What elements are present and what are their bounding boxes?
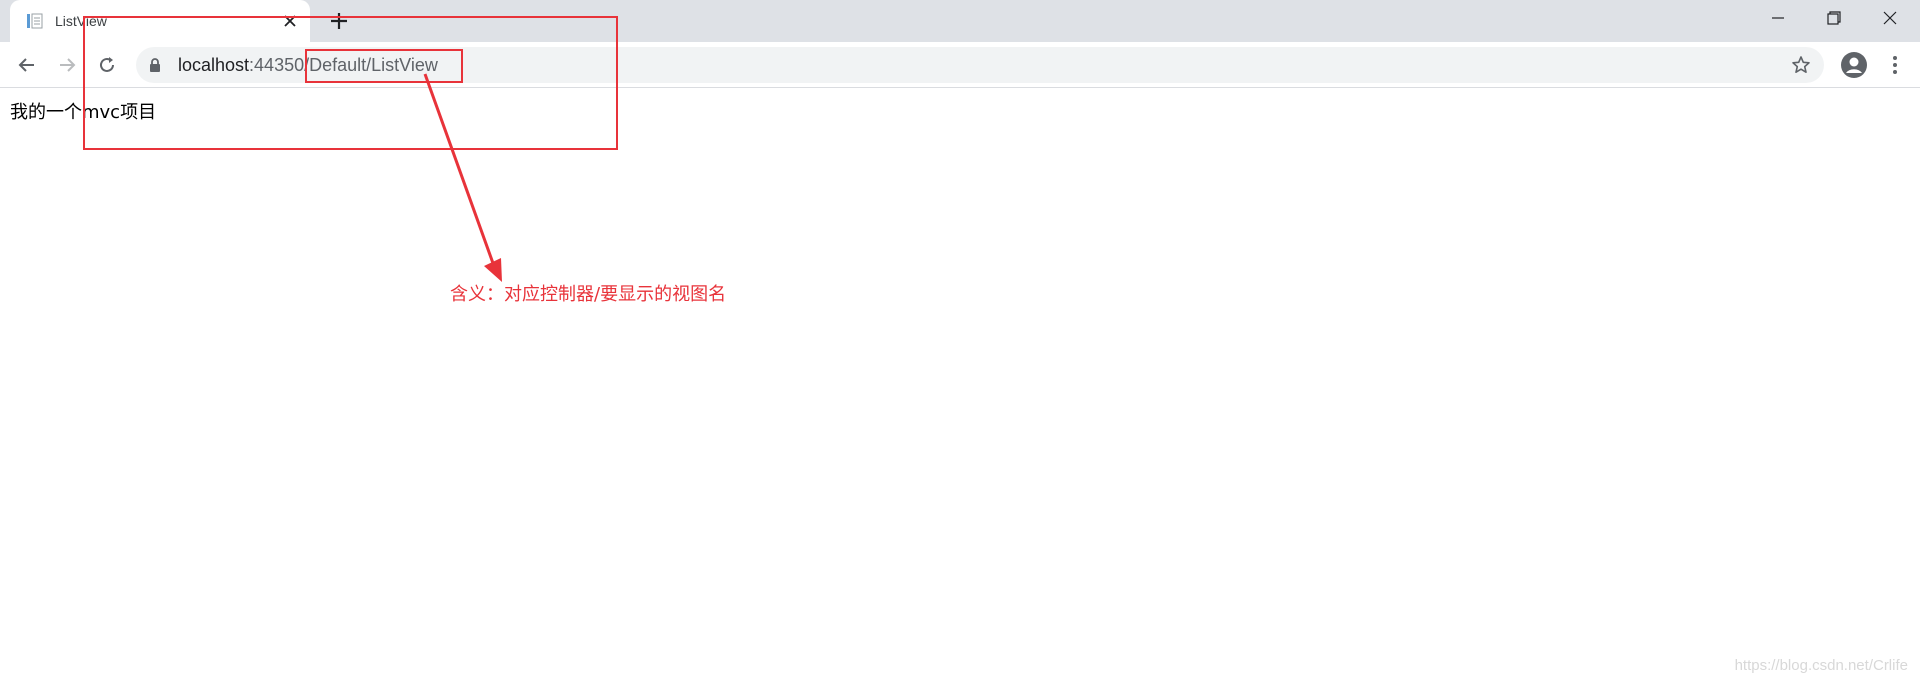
- watermark: https://blog.csdn.net/Crlife: [1734, 657, 1908, 674]
- browser-window: ListView localhost:44350/Default/ListVie…: [0, 0, 1920, 685]
- annotation-box-url-path: [305, 49, 463, 83]
- kebab-menu-icon[interactable]: [1880, 50, 1910, 80]
- arrow-right-icon[interactable]: [52, 50, 82, 80]
- window-close-icon[interactable]: [1862, 0, 1918, 36]
- page-favicon-icon: [26, 12, 44, 30]
- annotation-box-large: [83, 16, 618, 150]
- restore-icon[interactable]: [1806, 0, 1862, 36]
- star-icon[interactable]: [1790, 54, 1812, 76]
- minimize-icon[interactable]: [1750, 0, 1806, 36]
- arrow-left-icon[interactable]: [12, 50, 42, 80]
- account-circle-icon[interactable]: [1838, 49, 1870, 81]
- annotation-label: 含义：对应控制器/要显示的视图名: [450, 284, 727, 305]
